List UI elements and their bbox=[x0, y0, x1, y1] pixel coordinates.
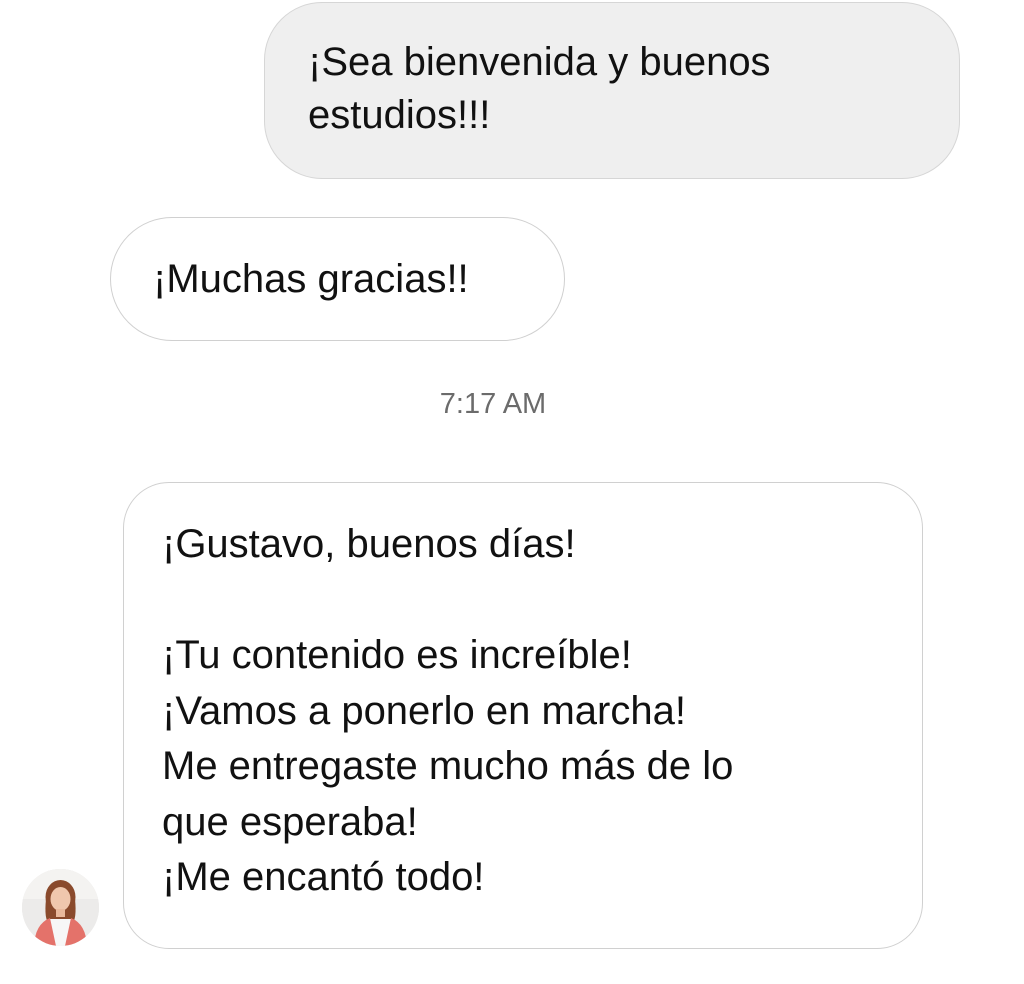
sent-message-bubble[interactable]: ¡Sea bienvenida y buenos estudios!!! bbox=[264, 2, 960, 179]
message-timestamp: 7:17 AM bbox=[439, 388, 547, 420]
received-message-bubble[interactable]: ¡Muchas gracias!! bbox=[110, 217, 565, 341]
received-message-bubble-long[interactable]: ¡Gustavo, buenos días! ¡Tu contenido es … bbox=[123, 482, 923, 949]
avatar-icon bbox=[22, 869, 99, 946]
sender-avatar[interactable] bbox=[22, 869, 99, 946]
